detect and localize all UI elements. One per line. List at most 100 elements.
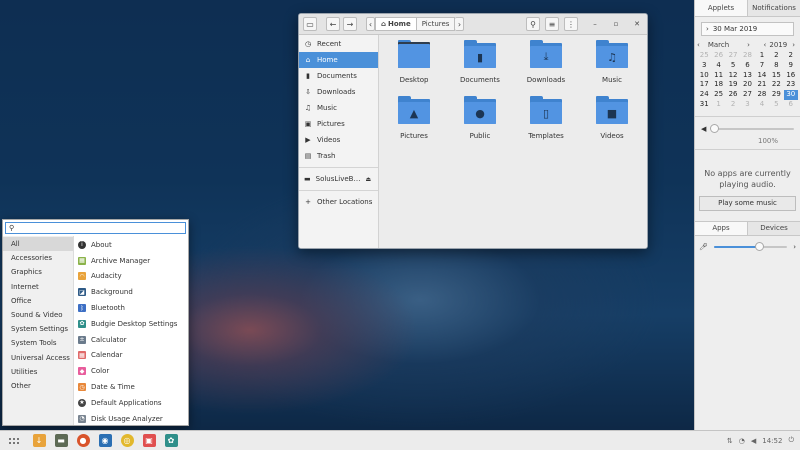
tab-apps[interactable]: Apps [695,221,747,235]
category-system-settings[interactable]: System Settings [3,322,73,336]
category-all[interactable]: All [3,237,73,252]
calendar-day[interactable]: 25 [711,90,725,100]
app-item-color[interactable]: ◆ Color [74,363,188,379]
search-input[interactable] [14,223,185,233]
microphone-slider[interactable] [713,241,788,251]
tab-notifications[interactable]: Notifications [747,0,800,16]
calendar-day[interactable]: 12 [726,71,740,81]
calendar-day[interactable]: 26 [711,51,725,61]
menu-button[interactable]: ⋮ [564,17,578,31]
calendar-day[interactable]: 1 [711,100,725,110]
category-sound-video[interactable]: Sound & Video [3,308,73,322]
file-item-downloads[interactable]: ⤓ Downloads [513,37,579,93]
calendar-day[interactable]: 2 [769,51,783,61]
network-icon[interactable]: ⇅ [727,437,733,445]
calendar-day[interactable]: 28 [740,51,754,61]
power-icon[interactable]: ⏻ [788,436,794,445]
sidebar-item-videos[interactable]: ▶ Videos [299,132,378,148]
app-item-bluetooth[interactable]: ᛒ Bluetooth [74,300,188,316]
date-header[interactable]: › 30 Mar 2019 [701,22,794,36]
file-item-documents[interactable]: ▮ Documents [447,37,513,93]
calendar-day[interactable]: 4 [755,100,769,110]
app-item-about[interactable]: i About [74,237,188,253]
sidebar-item-documents[interactable]: ▮ Documents [299,68,378,84]
app-item-calendar[interactable]: ▦ Calendar [74,348,188,364]
category-other[interactable]: Other [3,379,73,393]
app-item-calculator[interactable]: ± Calculator [74,332,188,348]
minimize-button[interactable]: – [589,18,601,30]
calendar-day[interactable]: 19 [726,80,740,90]
calendar-day[interactable]: 15 [769,71,783,81]
calendar-day[interactable]: 7 [755,61,769,71]
sidebar-item-music[interactable]: ♫ Music [299,100,378,116]
prev-month-button[interactable]: ‹ [697,41,700,49]
volume-knob[interactable] [710,123,720,133]
calendar-day[interactable]: 18 [711,80,725,90]
tab-applets[interactable]: Applets [695,0,747,16]
calendar-day[interactable]: 6 [784,100,798,110]
maximize-button[interactable]: ▫ [610,18,622,30]
category-system-tools[interactable]: System Tools [3,336,73,350]
sidebar-item-drive[interactable]: ▬ SolusLiveB… ⏏ [299,171,378,187]
calendar-day[interactable]: 3 [740,100,754,110]
menu-launcher-button[interactable] [0,431,28,450]
sidebar-item-home[interactable]: ⌂ Home [299,52,378,68]
volume-icon[interactable]: ◀ [751,437,756,445]
calendar-day[interactable]: 10 [697,71,711,81]
taskbar-app-file-manager[interactable]: ▬ [50,431,72,450]
category-accessories[interactable]: Accessories [3,251,73,265]
app-item-budgie-desktop-settings[interactable]: ✿ Budgie Desktop Settings [74,316,188,332]
next-year-button[interactable]: › [792,41,795,49]
calendar-day[interactable]: 6 [740,61,754,71]
app-item-archive-manager[interactable]: ▦ Archive Manager [74,253,188,269]
calendar-day[interactable]: 13 [740,71,754,81]
file-item-desktop[interactable]: Desktop [381,37,447,93]
breadcrumb-home[interactable]: ⌂ Home [375,17,417,31]
calendar-day[interactable]: 23 [784,80,798,90]
taskbar-app-downloads[interactable]: ↓ [28,431,50,450]
file-item-pictures[interactable]: ▲ Pictures [381,93,447,149]
next-month-button[interactable]: › [747,41,750,49]
calendar-day[interactable]: 20 [740,80,754,90]
volume-slider[interactable] [710,123,794,133]
sidebar-toggle-button[interactable]: ▭ [303,17,317,31]
search-button[interactable]: ⚲ [526,17,540,31]
calendar-day[interactable]: 26 [726,90,740,100]
calendar-day[interactable]: 5 [726,61,740,71]
taskbar-app-budgie-settings[interactable]: ✿ [160,431,182,450]
calendar-day[interactable]: 29 [769,90,783,100]
app-item-disk-usage-analyzer[interactable]: ◔ Disk Usage Analyzer [74,411,188,427]
breadcrumb-pictures[interactable]: Pictures [416,17,456,31]
calendar-day[interactable]: 4 [711,61,725,71]
calendar-day[interactable]: 3 [697,61,711,71]
taskbar-app-photos[interactable]: ▣ [138,431,160,450]
breadcrumb-left-button[interactable]: ‹ [366,17,375,31]
calendar-day[interactable]: 27 [726,51,740,61]
category-universal-access[interactable]: Universal Access [3,351,73,365]
forward-button[interactable]: → [343,17,357,31]
calendar-day[interactable]: 11 [711,71,725,81]
category-utilities[interactable]: Utilities [3,365,73,379]
calendar-day[interactable]: 31 [697,100,711,110]
calendar-day[interactable]: 21 [755,80,769,90]
calendar-day[interactable]: 16 [784,71,798,81]
category-internet[interactable]: Internet [3,280,73,294]
prev-year-button[interactable]: ‹ [764,41,767,49]
taskbar-app-rhythmbox[interactable]: ◎ [116,431,138,450]
app-item-date-time[interactable]: ◷ Date & Time [74,379,188,395]
back-button[interactable]: ← [326,17,340,31]
close-button[interactable]: ✕ [631,18,643,30]
taskbar-app-software-center[interactable]: ◉ [94,431,116,450]
category-graphics[interactable]: Graphics [3,265,73,279]
sidebar-item-downloads[interactable]: ⇩ Downloads [299,84,378,100]
calendar-day[interactable]: 1 [755,51,769,61]
calendar-day[interactable]: 14 [755,71,769,81]
sidebar-item-trash[interactable]: ▤ Trash [299,148,378,164]
file-item-music[interactable]: ♫ Music [579,37,645,93]
app-item-default-applications[interactable]: ★ Default Applications [74,395,188,411]
sidebar-item-other-locations[interactable]: + Other Locations [299,194,378,210]
microphone-knob[interactable] [755,241,765,251]
calendar-day[interactable]: 24 [697,90,711,100]
taskbar-app-firefox[interactable]: ● [72,431,94,450]
chevron-right-icon[interactable]: › [793,243,796,251]
